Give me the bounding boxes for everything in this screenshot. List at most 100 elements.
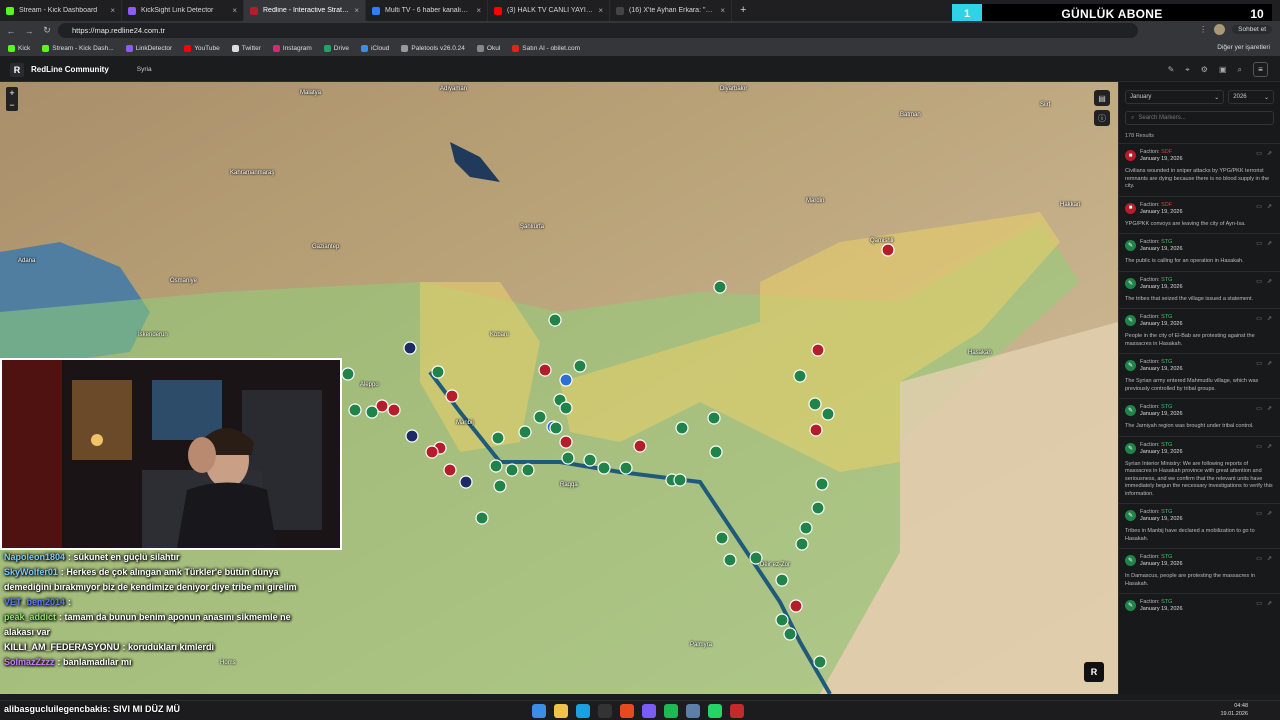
map-event-marker[interactable] xyxy=(405,429,419,443)
event-card[interactable]: ■ Faction: SDF January 19, 2026 ▭ ⇗ YPG/PKK c… xyxy=(1119,195,1280,234)
focus-icon[interactable]: ▭ xyxy=(1256,510,1262,517)
windows-start-icon[interactable] xyxy=(532,704,546,718)
map-event-marker[interactable] xyxy=(573,359,587,373)
map-event-marker[interactable] xyxy=(365,405,379,419)
zoom-in-icon[interactable]: + xyxy=(6,87,18,99)
open-link-icon[interactable]: ⇗ xyxy=(1267,150,1272,157)
map-event-marker[interactable] xyxy=(518,425,532,439)
app-icon[interactable] xyxy=(730,704,744,718)
map-event-marker[interactable] xyxy=(493,479,507,493)
app-title[interactable]: RedLine Community xyxy=(31,65,109,74)
close-icon[interactable]: × xyxy=(232,6,237,15)
map-event-marker[interactable] xyxy=(673,473,687,487)
focus-icon[interactable]: ▭ xyxy=(1256,555,1262,562)
camera-icon[interactable]: ▣ xyxy=(1219,65,1227,74)
focus-icon[interactable]: ▭ xyxy=(1256,203,1262,210)
map-event-marker[interactable] xyxy=(715,531,729,545)
bookmark-item[interactable]: Okul xyxy=(476,44,500,52)
spotify-icon[interactable] xyxy=(664,704,678,718)
bookmark-item[interactable]: Stream - Kick Dash... xyxy=(42,44,114,52)
browser-tab[interactable]: Multi TV - 6 haber kanalını aynı an × xyxy=(366,0,488,21)
open-link-icon[interactable]: ⇗ xyxy=(1267,240,1272,247)
event-card[interactable]: ✎ Faction: STG January 19, 2026 ▭ ⇗ The Jarni… xyxy=(1119,398,1280,436)
close-icon[interactable]: × xyxy=(476,6,481,15)
map-event-marker[interactable] xyxy=(559,373,573,387)
map-event-marker[interactable] xyxy=(775,573,789,587)
chat-button[interactable]: Sohbet et xyxy=(1232,25,1272,34)
bookmark-item[interactable]: LinkDetector xyxy=(125,44,172,52)
back-icon[interactable]: ← xyxy=(6,26,16,36)
event-card[interactable]: ✎ Faction: STG January 19, 2026 ▭ ⇗ In Damasc… xyxy=(1119,548,1280,593)
discord-icon[interactable] xyxy=(642,704,656,718)
map-event-marker[interactable] xyxy=(597,461,611,475)
close-icon[interactable]: × xyxy=(354,6,359,15)
map-event-marker[interactable] xyxy=(403,341,417,355)
map-event-marker[interactable] xyxy=(789,599,803,613)
event-card[interactable]: ✎ Faction: STG January 19, 2026 ▭ ⇗ The Syria… xyxy=(1119,353,1280,398)
app-logo[interactable]: R xyxy=(10,62,24,77)
map-event-marker[interactable] xyxy=(445,389,459,403)
open-link-icon[interactable]: ⇗ xyxy=(1267,203,1272,210)
map-event-marker[interactable] xyxy=(341,367,355,381)
region-label[interactable]: Syria xyxy=(137,66,152,73)
bookmark-item[interactable]: Paletools v26.0.24 xyxy=(401,44,465,52)
app-icon[interactable] xyxy=(686,704,700,718)
map-event-marker[interactable] xyxy=(815,477,829,491)
open-link-icon[interactable]: ⇗ xyxy=(1267,405,1272,412)
map-event-marker[interactable] xyxy=(549,421,563,435)
bookmark-item[interactable]: Satın Al - obilet.com xyxy=(512,44,580,52)
event-card[interactable]: ✎ Faction: STG January 19, 2026 ▭ ⇗ Tribes in… xyxy=(1119,503,1280,548)
browser-tab[interactable]: KickSight Link Detector × xyxy=(122,0,244,21)
info-icon[interactable]: ⓘ xyxy=(1094,110,1110,126)
map-event-marker[interactable] xyxy=(713,280,727,294)
event-card[interactable]: ✎ Faction: STG January 19, 2026 ▭ ⇗ xyxy=(1119,593,1280,618)
focus-icon[interactable]: ▭ xyxy=(1256,150,1262,157)
map-event-marker[interactable] xyxy=(431,365,445,379)
map-event-marker[interactable] xyxy=(808,397,822,411)
focus-icon[interactable]: ▭ xyxy=(1256,240,1262,247)
map-event-marker[interactable] xyxy=(821,407,835,421)
open-link-icon[interactable]: ⇗ xyxy=(1267,315,1272,322)
map-event-marker[interactable] xyxy=(443,463,457,477)
marker-search-input[interactable]: ⌕ Search Markers... xyxy=(1125,111,1274,125)
focus-icon[interactable]: ▭ xyxy=(1256,360,1262,367)
map-event-marker[interactable] xyxy=(521,463,535,477)
map-event-marker[interactable] xyxy=(809,423,823,437)
map-event-marker[interactable] xyxy=(633,439,647,453)
map-event-marker[interactable] xyxy=(783,627,797,641)
event-card[interactable]: ✎ Faction: STG January 19, 2026 ▭ ⇗ The publi… xyxy=(1119,233,1280,271)
open-link-icon[interactable]: ⇗ xyxy=(1267,600,1272,607)
close-icon[interactable]: × xyxy=(598,6,603,15)
map-event-marker[interactable] xyxy=(583,453,597,467)
map-event-marker[interactable] xyxy=(881,243,895,257)
map-event-marker[interactable] xyxy=(459,475,473,489)
zoom-out-icon[interactable]: − xyxy=(6,99,18,111)
settings-icon[interactable]: ⚙ xyxy=(1201,65,1208,74)
map-event-marker[interactable] xyxy=(675,421,689,435)
map-event-marker[interactable] xyxy=(559,435,573,449)
event-card[interactable]: ✎ Faction: STG January 19, 2026 ▭ ⇗ Syrian In… xyxy=(1119,435,1280,504)
new-tab-button[interactable]: + xyxy=(732,0,754,21)
open-link-icon[interactable]: ⇗ xyxy=(1267,555,1272,562)
map-event-marker[interactable] xyxy=(707,411,721,425)
event-card[interactable]: ✎ Faction: STG January 19, 2026 ▭ ⇗ People in… xyxy=(1119,308,1280,353)
other-bookmarks[interactable]: Diğer yer işaretleri xyxy=(1217,44,1270,51)
map-event-marker[interactable] xyxy=(489,459,503,473)
map-event-marker[interactable] xyxy=(538,363,552,377)
search-icon[interactable]: ⌕ xyxy=(1238,65,1242,75)
system-clock[interactable]: 04:48 19.01.2026 xyxy=(1220,702,1248,718)
map-event-marker[interactable] xyxy=(793,369,807,383)
whatsapp-icon[interactable] xyxy=(708,704,722,718)
pen-icon[interactable]: ✎ xyxy=(1168,65,1175,74)
map-event-marker[interactable] xyxy=(795,537,809,551)
map-event-marker[interactable] xyxy=(561,451,575,465)
menu-icon[interactable]: ≡ xyxy=(1253,62,1268,77)
file-explorer-icon[interactable] xyxy=(554,704,568,718)
map-event-marker[interactable] xyxy=(799,521,813,535)
browser-tab[interactable]: (3) HALK TV CANLI YAYINI | FULL H × xyxy=(488,0,610,21)
open-link-icon[interactable]: ⇗ xyxy=(1267,278,1272,285)
layers-icon[interactable]: ▤ xyxy=(1094,90,1110,106)
map-event-marker[interactable] xyxy=(619,461,633,475)
open-link-icon[interactable]: ⇗ xyxy=(1267,360,1272,367)
edge-icon[interactable] xyxy=(576,704,590,718)
